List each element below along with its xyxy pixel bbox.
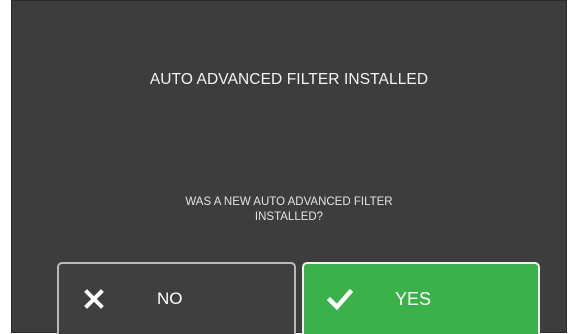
no-button[interactable]: NO (57, 262, 296, 334)
yes-button[interactable]: YES (302, 262, 540, 334)
close-icon (81, 286, 107, 312)
checkmark-icon (326, 286, 354, 312)
filter-installed-dialog: AUTO ADVANCED FILTER INSTALLED WAS A NEW… (11, 0, 567, 334)
dialog-title: AUTO ADVANCED FILTER INSTALLED (149, 71, 429, 88)
question-line-2: INSTALLED? (254, 211, 324, 223)
yes-button-label: YES (395, 289, 432, 309)
dialog-question: WAS A NEW AUTO ADVANCED FILTER INSTALLED… (12, 195, 566, 225)
question-line-1: WAS A NEW AUTO ADVANCED FILTER (185, 196, 393, 208)
no-button-label: NO (157, 289, 183, 308)
